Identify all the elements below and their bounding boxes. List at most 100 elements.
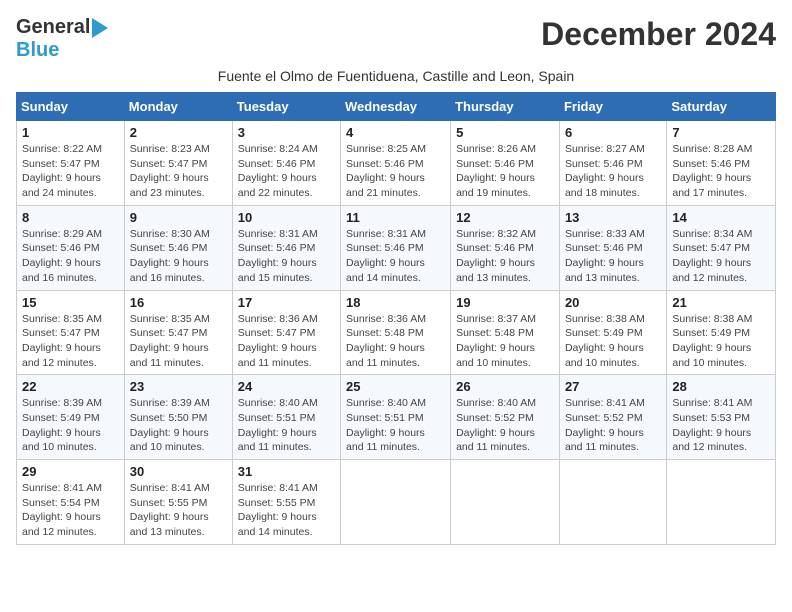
day-info: Sunrise: 8:39 AM Sunset: 5:49 PM Dayligh… — [22, 396, 119, 455]
day-number: 26 — [456, 379, 554, 394]
day-number: 8 — [22, 210, 119, 225]
day-info: Sunrise: 8:39 AM Sunset: 5:50 PM Dayligh… — [130, 396, 227, 455]
calendar-table: SundayMondayTuesdayWednesdayThursdayFrid… — [16, 92, 776, 545]
day-number: 21 — [672, 295, 770, 310]
calendar-cell: 6 Sunrise: 8:27 AM Sunset: 5:46 PM Dayli… — [559, 121, 666, 206]
calendar-cell: 31 Sunrise: 8:41 AM Sunset: 5:55 PM Dayl… — [232, 460, 340, 545]
logo: General Blue — [16, 16, 108, 62]
day-info: Sunrise: 8:41 AM Sunset: 5:52 PM Dayligh… — [565, 396, 661, 455]
calendar-week-row: 29 Sunrise: 8:41 AM Sunset: 5:54 PM Dayl… — [17, 460, 776, 545]
day-info: Sunrise: 8:40 AM Sunset: 5:51 PM Dayligh… — [346, 396, 445, 455]
day-number: 3 — [238, 125, 335, 140]
day-info: Sunrise: 8:33 AM Sunset: 5:46 PM Dayligh… — [565, 227, 661, 286]
day-number: 13 — [565, 210, 661, 225]
day-number: 16 — [130, 295, 227, 310]
weekday-header-cell: Tuesday — [232, 93, 340, 121]
calendar-cell: 24 Sunrise: 8:40 AM Sunset: 5:51 PM Dayl… — [232, 375, 340, 460]
calendar-cell: 23 Sunrise: 8:39 AM Sunset: 5:50 PM Dayl… — [124, 375, 232, 460]
day-number: 28 — [672, 379, 770, 394]
calendar-week-row: 22 Sunrise: 8:39 AM Sunset: 5:49 PM Dayl… — [17, 375, 776, 460]
day-info: Sunrise: 8:35 AM Sunset: 5:47 PM Dayligh… — [22, 312, 119, 371]
calendar-cell: 16 Sunrise: 8:35 AM Sunset: 5:47 PM Dayl… — [124, 290, 232, 375]
header: General Blue December 2024 — [16, 16, 776, 62]
day-number: 19 — [456, 295, 554, 310]
calendar-cell: 27 Sunrise: 8:41 AM Sunset: 5:52 PM Dayl… — [559, 375, 666, 460]
day-number: 22 — [22, 379, 119, 394]
day-number: 14 — [672, 210, 770, 225]
calendar-cell: 15 Sunrise: 8:35 AM Sunset: 5:47 PM Dayl… — [17, 290, 125, 375]
day-number: 15 — [22, 295, 119, 310]
calendar-cell: 26 Sunrise: 8:40 AM Sunset: 5:52 PM Dayl… — [451, 375, 560, 460]
day-number: 1 — [22, 125, 119, 140]
calendar-cell: 14 Sunrise: 8:34 AM Sunset: 5:47 PM Dayl… — [667, 205, 776, 290]
day-info: Sunrise: 8:26 AM Sunset: 5:46 PM Dayligh… — [456, 142, 554, 201]
calendar-cell: 28 Sunrise: 8:41 AM Sunset: 5:53 PM Dayl… — [667, 375, 776, 460]
calendar-week-row: 8 Sunrise: 8:29 AM Sunset: 5:46 PM Dayli… — [17, 205, 776, 290]
day-number: 11 — [346, 210, 445, 225]
day-info: Sunrise: 8:23 AM Sunset: 5:47 PM Dayligh… — [130, 142, 227, 201]
logo-arrow-icon — [92, 18, 108, 38]
day-number: 10 — [238, 210, 335, 225]
day-info: Sunrise: 8:35 AM Sunset: 5:47 PM Dayligh… — [130, 312, 227, 371]
day-info: Sunrise: 8:31 AM Sunset: 5:46 PM Dayligh… — [238, 227, 335, 286]
day-number: 23 — [130, 379, 227, 394]
calendar-cell: 2 Sunrise: 8:23 AM Sunset: 5:47 PM Dayli… — [124, 121, 232, 206]
calendar-cell: 10 Sunrise: 8:31 AM Sunset: 5:46 PM Dayl… — [232, 205, 340, 290]
logo-general: General — [16, 16, 90, 39]
weekday-header-cell: Monday — [124, 93, 232, 121]
calendar-cell: 12 Sunrise: 8:32 AM Sunset: 5:46 PM Dayl… — [451, 205, 560, 290]
day-number: 7 — [672, 125, 770, 140]
day-info: Sunrise: 8:36 AM Sunset: 5:47 PM Dayligh… — [238, 312, 335, 371]
calendar-cell: 22 Sunrise: 8:39 AM Sunset: 5:49 PM Dayl… — [17, 375, 125, 460]
day-info: Sunrise: 8:24 AM Sunset: 5:46 PM Dayligh… — [238, 142, 335, 201]
calendar-subtitle: Fuente el Olmo de Fuentiduena, Castille … — [16, 68, 776, 84]
day-number: 25 — [346, 379, 445, 394]
title-block: December 2024 — [541, 16, 776, 53]
day-number: 4 — [346, 125, 445, 140]
day-info: Sunrise: 8:40 AM Sunset: 5:51 PM Dayligh… — [238, 396, 335, 455]
day-number: 6 — [565, 125, 661, 140]
calendar-cell: 5 Sunrise: 8:26 AM Sunset: 5:46 PM Dayli… — [451, 121, 560, 206]
day-info: Sunrise: 8:34 AM Sunset: 5:47 PM Dayligh… — [672, 227, 770, 286]
day-number: 20 — [565, 295, 661, 310]
day-number: 29 — [22, 464, 119, 479]
day-info: Sunrise: 8:41 AM Sunset: 5:53 PM Dayligh… — [672, 396, 770, 455]
calendar-cell: 7 Sunrise: 8:28 AM Sunset: 5:46 PM Dayli… — [667, 121, 776, 206]
day-number: 27 — [565, 379, 661, 394]
calendar-cell: 29 Sunrise: 8:41 AM Sunset: 5:54 PM Dayl… — [17, 460, 125, 545]
calendar-cell: 4 Sunrise: 8:25 AM Sunset: 5:46 PM Dayli… — [341, 121, 451, 206]
calendar-cell — [341, 460, 451, 545]
logo-blue: Blue — [16, 39, 59, 62]
day-info: Sunrise: 8:32 AM Sunset: 5:46 PM Dayligh… — [456, 227, 554, 286]
calendar-cell: 18 Sunrise: 8:36 AM Sunset: 5:48 PM Dayl… — [341, 290, 451, 375]
day-info: Sunrise: 8:27 AM Sunset: 5:46 PM Dayligh… — [565, 142, 661, 201]
calendar-title: December 2024 — [541, 16, 776, 53]
weekday-header-cell: Friday — [559, 93, 666, 121]
day-info: Sunrise: 8:38 AM Sunset: 5:49 PM Dayligh… — [672, 312, 770, 371]
weekday-header-cell: Saturday — [667, 93, 776, 121]
day-number: 31 — [238, 464, 335, 479]
weekday-header-cell: Thursday — [451, 93, 560, 121]
day-number: 5 — [456, 125, 554, 140]
day-info: Sunrise: 8:38 AM Sunset: 5:49 PM Dayligh… — [565, 312, 661, 371]
day-number: 24 — [238, 379, 335, 394]
calendar-week-row: 15 Sunrise: 8:35 AM Sunset: 5:47 PM Dayl… — [17, 290, 776, 375]
calendar-cell: 25 Sunrise: 8:40 AM Sunset: 5:51 PM Dayl… — [341, 375, 451, 460]
calendar-cell: 3 Sunrise: 8:24 AM Sunset: 5:46 PM Dayli… — [232, 121, 340, 206]
day-info: Sunrise: 8:41 AM Sunset: 5:55 PM Dayligh… — [130, 481, 227, 540]
calendar-cell: 19 Sunrise: 8:37 AM Sunset: 5:48 PM Dayl… — [451, 290, 560, 375]
day-info: Sunrise: 8:31 AM Sunset: 5:46 PM Dayligh… — [346, 227, 445, 286]
calendar-body: 1 Sunrise: 8:22 AM Sunset: 5:47 PM Dayli… — [17, 121, 776, 545]
calendar-cell — [559, 460, 666, 545]
calendar-cell: 20 Sunrise: 8:38 AM Sunset: 5:49 PM Dayl… — [559, 290, 666, 375]
day-info: Sunrise: 8:29 AM Sunset: 5:46 PM Dayligh… — [22, 227, 119, 286]
weekday-header-row: SundayMondayTuesdayWednesdayThursdayFrid… — [17, 93, 776, 121]
calendar-cell: 1 Sunrise: 8:22 AM Sunset: 5:47 PM Dayli… — [17, 121, 125, 206]
day-info: Sunrise: 8:41 AM Sunset: 5:54 PM Dayligh… — [22, 481, 119, 540]
day-info: Sunrise: 8:22 AM Sunset: 5:47 PM Dayligh… — [22, 142, 119, 201]
weekday-header-cell: Sunday — [17, 93, 125, 121]
calendar-cell: 8 Sunrise: 8:29 AM Sunset: 5:46 PM Dayli… — [17, 205, 125, 290]
calendar-cell: 11 Sunrise: 8:31 AM Sunset: 5:46 PM Dayl… — [341, 205, 451, 290]
day-number: 30 — [130, 464, 227, 479]
day-info: Sunrise: 8:25 AM Sunset: 5:46 PM Dayligh… — [346, 142, 445, 201]
